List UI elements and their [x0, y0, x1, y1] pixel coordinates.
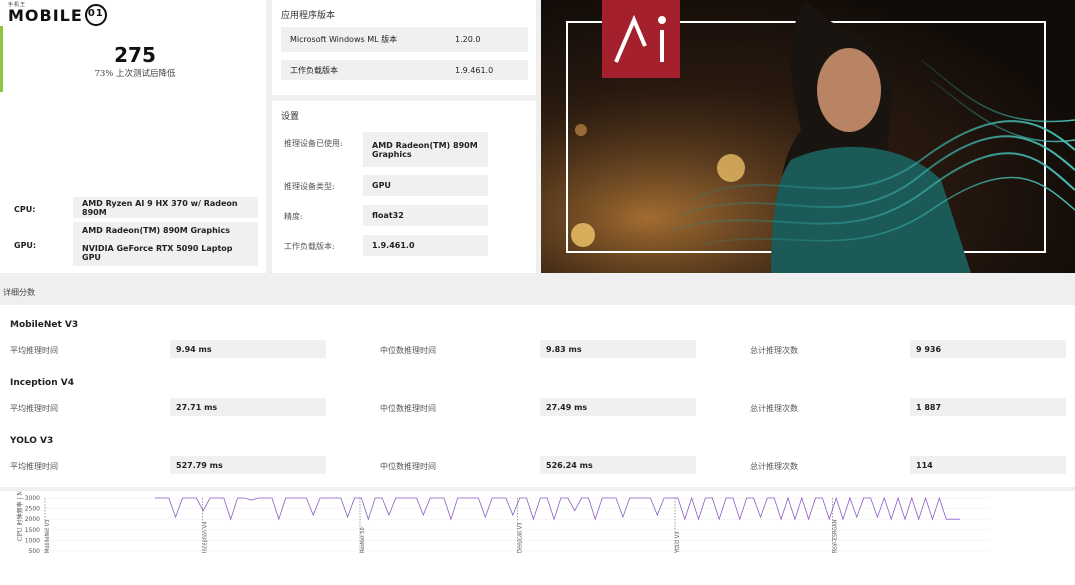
median-label: 中位数推理时间: [380, 346, 436, 355]
bokeh-light: [571, 223, 595, 247]
bokeh-light: [717, 154, 745, 182]
version-row: Microsoft Windows ML 版本 1.20.0: [281, 27, 528, 52]
segment-label: Inception V4: [203, 522, 209, 553]
total-value: 1 887: [910, 398, 1066, 416]
gpu-value-list: AMD Radeon(TM) 890M Graphics NVIDIA GeFo…: [73, 222, 258, 266]
y-tick-label: 2500: [25, 506, 40, 513]
clock-series-line: [155, 496, 960, 521]
benchmark-name: Inception V4: [10, 378, 74, 388]
person-face: [817, 48, 881, 132]
median-value: 27.49 ms: [540, 398, 696, 416]
bokeh-light: [575, 124, 587, 136]
ai-badge-dot: [658, 16, 666, 24]
mobile01-logo: 手机王 MOBILE 01: [8, 2, 107, 26]
y-tick-label: 3000: [25, 495, 40, 502]
overall-score: 275: [114, 43, 156, 67]
settings-card: 设置 推理设备已使用: AMD Radeon(TM) 890M Graphics…: [272, 101, 536, 273]
settings-value: AMD Radeon(TM) 890M Graphics: [363, 132, 488, 167]
y-tick-label: 1000: [25, 537, 40, 544]
total-value: 114: [910, 456, 1066, 474]
median-value: 9.83 ms: [540, 340, 696, 358]
score-card: 手机王 MOBILE 01 275 73% 上次测试后降低 CPU: AMD R…: [0, 0, 266, 273]
total-label: 总计推理次数: [750, 404, 798, 413]
cpu-clock-chart: CPU 时钟频率 | MHz 3000 2500 2000 1500 1000 500 Mob…: [0, 491, 1075, 585]
app-version-title: 应用程序版本: [281, 11, 336, 21]
y-tick-label: 2000: [25, 516, 40, 523]
cpu-value: AMD Ryzen AI 9 HX 370 w/ Radeon 890M: [73, 197, 258, 218]
settings-label: 推理设备已使用:: [284, 139, 343, 148]
settings-label: 推理设备类型:: [284, 182, 335, 191]
settings-value: float32: [363, 205, 488, 226]
settings-label: 精度:: [284, 212, 303, 221]
total-label: 总计推理次数: [750, 462, 798, 471]
score-change: 73% 上次测试后降低: [94, 69, 176, 79]
logo-text: MOBILE: [8, 5, 83, 25]
segment-label: DeepLab V3: [518, 523, 524, 553]
y-axis-label: CPU 时钟频率 | MHz: [16, 491, 24, 541]
settings-label: 工作负载版本:: [284, 242, 335, 251]
median-label: 中位数推理时间: [380, 404, 436, 413]
segment-label: MobileNet V3: [45, 520, 51, 553]
version-row-label: Microsoft Windows ML 版本: [290, 35, 398, 44]
avg-label: 平均推理时间: [10, 404, 58, 413]
avg-label: 平均推理时间: [10, 346, 58, 355]
version-row-label: 工作负载版本: [290, 65, 338, 75]
gpu-value: NVIDIA GeForce RTX 5090 Laptop GPU: [82, 243, 233, 262]
version-row-value: 1.9.461.0: [455, 65, 494, 75]
version-row-value: 1.20.0: [455, 35, 481, 44]
median-label: 中位数推理时间: [380, 462, 436, 471]
total-label: 总计推理次数: [750, 346, 798, 355]
avg-value: 9.94 ms: [170, 340, 326, 358]
settings-value: GPU: [363, 175, 488, 196]
total-value: 9 936: [910, 340, 1066, 358]
cpu-label: CPU:: [14, 205, 36, 214]
gpu-label: GPU:: [14, 241, 37, 250]
avg-label: 平均推理时间: [10, 462, 58, 471]
hero-image: [541, 0, 1075, 273]
details-card: MobileNet V3 平均推理时间 9.94 ms 中位数推理时间 9.83…: [0, 305, 1075, 487]
segment-label: ResNet 50: [360, 527, 366, 553]
avg-value: 527.79 ms: [170, 456, 326, 474]
y-tick-label: 1500: [25, 527, 40, 534]
settings-title: 设置: [281, 112, 300, 122]
gpu-value: AMD Radeon(TM) 890M Graphics: [82, 226, 231, 236]
details-heading: 详细分数: [3, 288, 35, 297]
logo-badge: 01: [84, 4, 107, 26]
app-version-card: 应用程序版本 Microsoft Windows ML 版本 1.20.0 工作…: [272, 0, 536, 95]
hero-illustration: [541, 0, 1075, 273]
y-tick-label: 500: [29, 548, 41, 555]
benchmark-name: MobileNet V3: [10, 320, 79, 330]
logo-subtext: 手机王: [8, 2, 27, 8]
avg-value: 27.71 ms: [170, 398, 326, 416]
version-row: 工作负载版本 1.9.461.0: [281, 60, 528, 80]
segment-label: YOLO V3: [675, 532, 681, 554]
settings-value: 1.9.461.0: [363, 235, 488, 256]
benchmark-name: YOLO V3: [10, 436, 54, 446]
segment-label: Real-ESRGAN: [833, 519, 839, 553]
chart-svg: CPU 时钟频率 | MHz 3000 2500 2000 1500 1000 500 Mob…: [16, 491, 990, 555]
median-value: 526.24 ms: [540, 456, 696, 474]
